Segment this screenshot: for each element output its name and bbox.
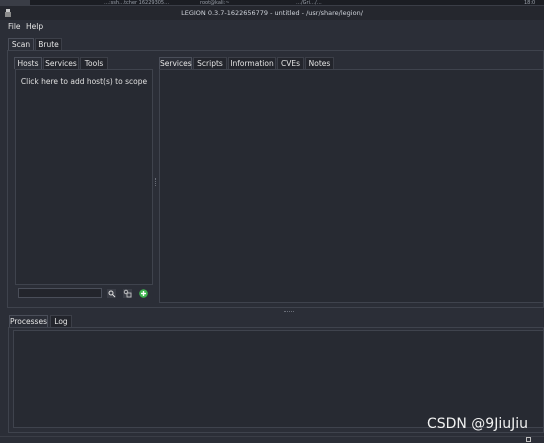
tab-scripts[interactable]: Scripts bbox=[193, 57, 227, 69]
filter-icon[interactable] bbox=[123, 289, 132, 298]
tab-scan[interactable]: Scan bbox=[8, 38, 34, 50]
tab-services[interactable]: Services bbox=[159, 57, 192, 69]
menu-file[interactable]: File bbox=[8, 22, 21, 31]
tab-log[interactable]: Log bbox=[50, 315, 72, 327]
tab-hosts-services[interactable]: Services bbox=[43, 57, 79, 69]
add-host-hint[interactable]: Click here to add host(s) to scope bbox=[17, 77, 151, 86]
tab-processes[interactable]: Processes bbox=[9, 315, 48, 327]
status-bar bbox=[0, 436, 544, 443]
vertical-splitter[interactable] bbox=[155, 178, 157, 186]
services-table[interactable] bbox=[159, 69, 544, 303]
tab-tools[interactable]: Tools bbox=[80, 57, 108, 69]
tab-brute[interactable]: Brute bbox=[35, 38, 62, 50]
hosts-list[interactable] bbox=[15, 69, 153, 285]
tab-notes[interactable]: Notes bbox=[305, 57, 334, 69]
horizontal-splitter[interactable] bbox=[284, 311, 294, 313]
watermark-text: CSDN @9JiuJiu bbox=[426, 416, 528, 432]
status-checkbox[interactable] bbox=[526, 437, 531, 442]
window-title: LEGION 0.3.7-1622656779 - untitled - /us… bbox=[181, 9, 363, 17]
add-host-icon[interactable] bbox=[139, 289, 148, 298]
menu-help[interactable]: Help bbox=[26, 22, 43, 31]
tab-cves[interactable]: CVEs bbox=[277, 57, 304, 69]
tab-information[interactable]: Information bbox=[228, 57, 276, 69]
search-icon[interactable] bbox=[107, 289, 116, 298]
hosts-filter-input[interactable] bbox=[18, 288, 102, 298]
processes-table[interactable] bbox=[13, 330, 544, 428]
tab-hosts[interactable]: Hosts bbox=[14, 57, 42, 69]
